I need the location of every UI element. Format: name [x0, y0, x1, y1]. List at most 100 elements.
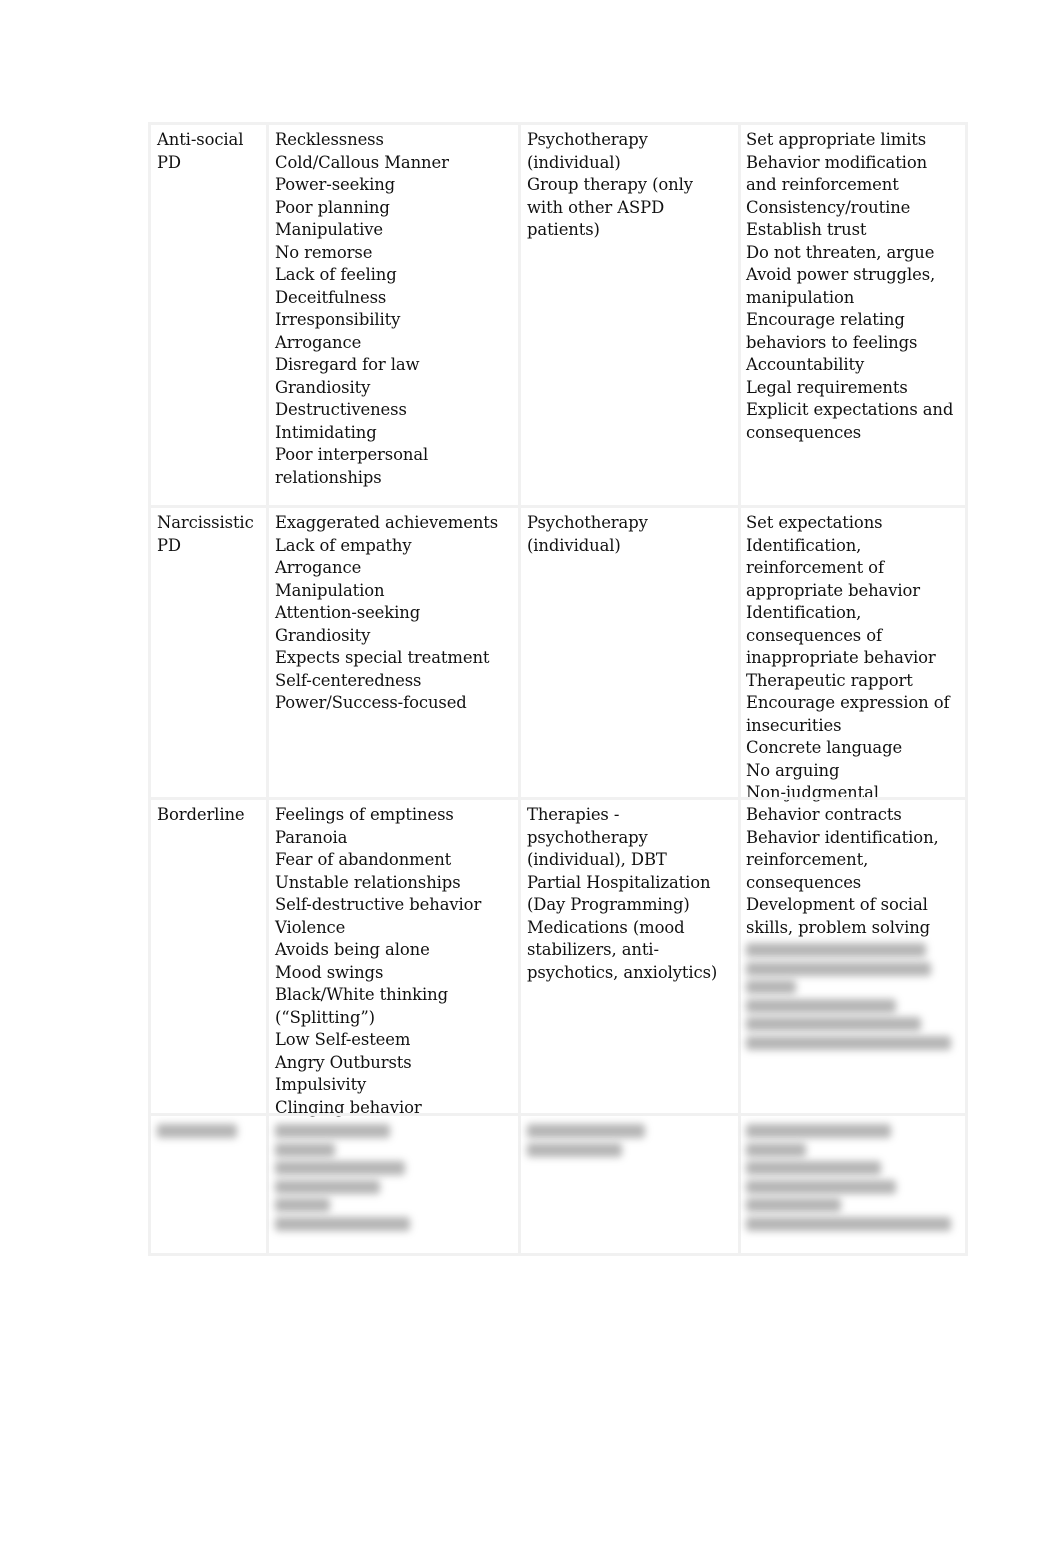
cell-line: Attention-seeking: [275, 603, 421, 622]
nursing-cell: Set appropriate limits Behavior modificat…: [738, 125, 968, 505]
cell-line: Violence: [275, 917, 346, 937]
cell-line: Lack of empathy: [275, 535, 412, 555]
cell-line: manipulation: [746, 287, 855, 307]
cell-line: Grandiosity: [275, 377, 371, 397]
cell-line: Lack of feeling: [275, 265, 397, 284]
cell-line: Do not threaten, argue: [746, 242, 935, 262]
cell-line: Arrogance: [275, 558, 362, 577]
blurred-text: [746, 1035, 951, 1050]
cell-line: Avoid power struggles,: [746, 265, 936, 284]
blurred-text: [275, 1161, 405, 1175]
cell-line: psychotherapy: [527, 827, 648, 847]
cell-line: stabilizers, anti-: [527, 940, 659, 959]
cell-line: Development of social: [746, 895, 928, 914]
cell-line: Psychotherapy: [527, 513, 648, 532]
cell-line: Behavior identification,: [746, 827, 939, 847]
cell-line: Cold/Callous Manner: [275, 152, 449, 172]
cell-line: reinforcement of: [746, 558, 884, 577]
blurred-text: [746, 961, 931, 976]
cell-line: (individual), DBT: [527, 850, 667, 869]
symptoms-cell: Feelings of emptiness Paranoia Fear of aba…: [266, 800, 518, 1117]
blurred-text: [527, 1142, 622, 1157]
blurred-text: [275, 1142, 335, 1157]
cell-line: Identification,: [746, 603, 862, 622]
cell-line: Impulsivity: [275, 1075, 367, 1094]
cell-line: consequences: [746, 422, 862, 442]
blurred-text: [275, 1179, 380, 1194]
cell-line: No remorse: [275, 242, 373, 262]
cell-line: Deceitfulness: [275, 287, 387, 307]
cell-line: Consistency/routine: [746, 197, 911, 217]
table-row-narcissistic: Narcissistic PD Exaggerated achievements L…: [148, 505, 968, 802]
cell-line: Therapeutic rapport: [746, 670, 913, 690]
cell-line: Power-seeking: [275, 175, 396, 194]
cell-line: Low Self-esteem: [275, 1030, 411, 1049]
cell-line: patients): [527, 220, 600, 239]
cell-line: Identification,: [746, 535, 862, 555]
disorder-cell: Anti-social PD: [148, 125, 266, 505]
cell-line: relationships: [275, 467, 382, 487]
blurred-cell: [266, 1116, 518, 1253]
blurred-text: [746, 998, 896, 1013]
cell-line: Fear of abandonment: [275, 850, 452, 869]
cell-line: skills, problem solving: [746, 917, 931, 937]
cell-line: Explicit expectations and: [746, 400, 954, 419]
cell-line: Exaggerated achievements: [275, 513, 499, 532]
cell-line: consequences: [746, 872, 862, 892]
cell-line: Feelings of emptiness: [275, 805, 454, 824]
cell-line: Accountability: [746, 355, 865, 374]
cell-line: (individual): [527, 535, 621, 555]
cell-line: Establish trust: [746, 220, 867, 239]
cell-line: Paranoia: [275, 827, 348, 847]
cell-line: Legal requirements: [746, 377, 908, 397]
blurred-text: [275, 1124, 390, 1138]
cell-line: Anti-social: [157, 130, 244, 149]
symptoms-cell: Exaggerated achievements Lack of empathy A…: [266, 508, 518, 797]
cell-line: (individual): [527, 152, 621, 172]
cell-line: Encourage expression of: [746, 693, 950, 712]
blurred-text: [746, 1216, 951, 1231]
cell-line: Irresponsibility: [275, 310, 401, 329]
cell-line: Group therapy (only: [527, 175, 693, 194]
cell-line: Angry Outbursts: [275, 1052, 412, 1072]
blurred-cell: [518, 1116, 738, 1253]
cell-line: Poor interpersonal: [275, 445, 429, 464]
cell-line: PD: [157, 535, 181, 555]
cell-line: consequences of: [746, 625, 882, 645]
cell-line: Black/White thinking: [275, 985, 448, 1004]
table-row-antisocial: Anti-social PD Recklessness Cold/Callous M…: [148, 122, 968, 505]
cell-line: with other ASPD: [527, 197, 665, 217]
treatment-cell: Therapies - psychotherapy (individual), DB…: [518, 800, 738, 1113]
disorder-cell: Borderline: [148, 800, 266, 1113]
cell-line: Psychotherapy: [527, 130, 648, 149]
blurred-text: [746, 943, 926, 957]
cell-line: Manipulation: [275, 580, 385, 600]
cell-line: Expects special treatment: [275, 648, 490, 667]
cell-line: Unstable relationships: [275, 872, 461, 892]
cell-line: Power/Success-focused: [275, 693, 467, 712]
cell-line: psychotics, anxiolytics): [527, 962, 718, 982]
table-row-borderline: Borderline Feelings of emptiness Paranoia…: [148, 797, 968, 1117]
cell-line: appropriate behavior: [746, 580, 921, 600]
cell-line: Manipulative: [275, 220, 384, 239]
blurred-text: [275, 1216, 410, 1231]
cell-line: Narcissistic: [157, 513, 254, 532]
blurred-text: [746, 1142, 806, 1157]
blurred-cell: [148, 1116, 266, 1253]
symptoms-cell: Recklessness Cold/Callous Manner Power-see…: [266, 125, 518, 505]
cell-line: reinforcement,: [746, 850, 869, 869]
cell-line: behaviors to feelings: [746, 332, 918, 352]
cell-line: inappropriate behavior: [746, 648, 936, 667]
cell-line: PD: [157, 152, 181, 172]
cell-line: Mood swings: [275, 962, 384, 982]
table-bottom-border: [148, 1253, 968, 1256]
cell-line: Set expectations: [746, 513, 883, 532]
blurred-text: [746, 1179, 896, 1194]
blurred-text: [746, 1124, 891, 1138]
blurred-text: [746, 1198, 841, 1212]
table-row-blurred: [148, 1113, 968, 1253]
treatment-cell: Psychotherapy (individual) Group therapy (…: [518, 125, 738, 505]
blurred-text: [746, 1017, 921, 1031]
nursing-cell: Set expectations Identification, reinforce…: [738, 508, 968, 802]
cell-line: No arguing: [746, 760, 840, 780]
